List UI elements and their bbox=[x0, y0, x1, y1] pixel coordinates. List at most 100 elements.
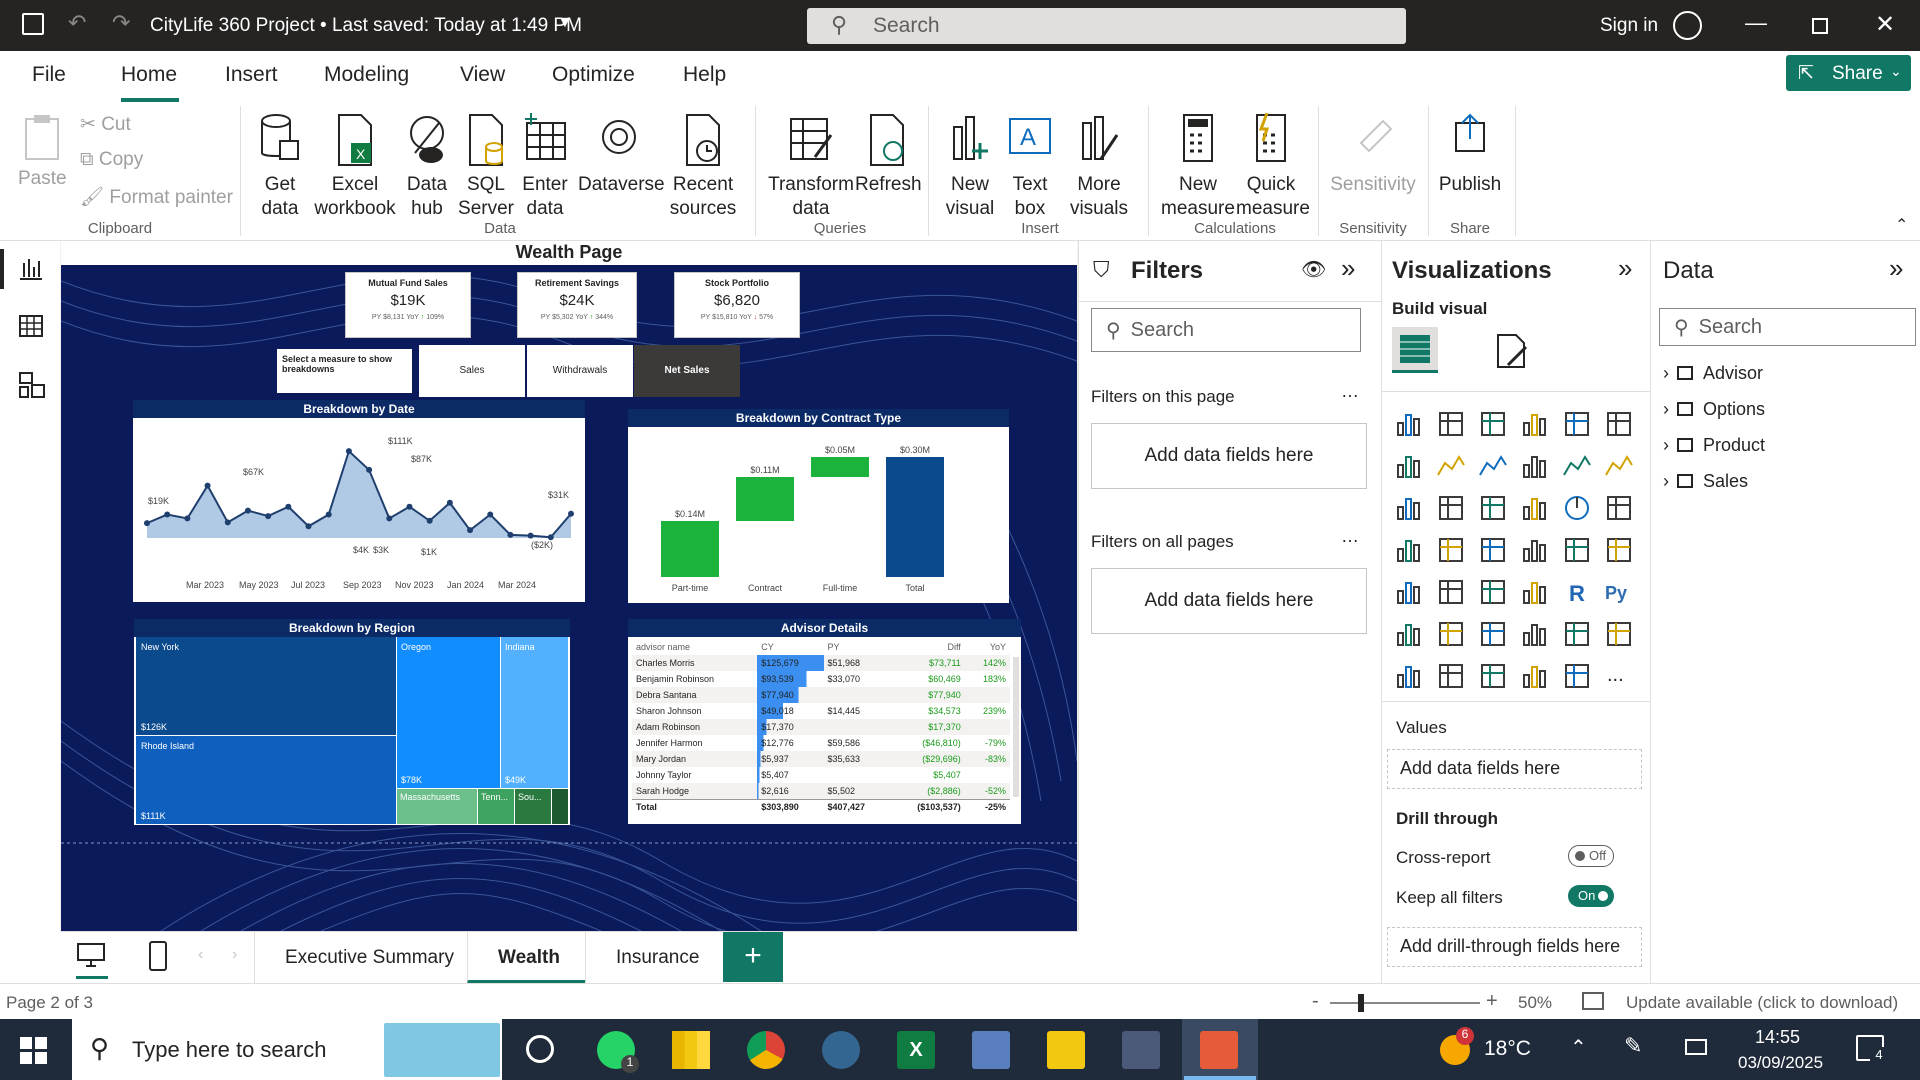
sign-in-link[interactable]: Sign in bbox=[1600, 15, 1658, 37]
waterfall-bar[interactable] bbox=[886, 457, 944, 577]
table-row[interactable]: Sarah Hodge $2,616 $5,502 ($2,886) -52% bbox=[632, 783, 1010, 799]
model-view-icon[interactable] bbox=[18, 371, 46, 399]
azure-map-icon[interactable] bbox=[1478, 535, 1508, 565]
slicer-icon[interactable] bbox=[1436, 577, 1466, 607]
tab-file[interactable]: File bbox=[32, 63, 66, 87]
stacked-column-icon[interactable] bbox=[1436, 409, 1466, 439]
stacked-area-icon[interactable] bbox=[1478, 451, 1508, 481]
transform-data-button[interactable]: Transform data bbox=[768, 113, 854, 221]
data-point[interactable] bbox=[487, 511, 494, 518]
build-visual-tab[interactable] bbox=[1392, 327, 1438, 373]
table-row[interactable]: Sharon Johnson $49,018 $14,445 $34,573 239% bbox=[632, 703, 1010, 719]
chevron-right-icon[interactable]: › bbox=[232, 946, 237, 964]
page-filter-dropzone[interactable]: Add data fields here bbox=[1091, 423, 1367, 489]
contract-waterfall-chart[interactable]: Breakdown by Contract Type $0.14M Part-ti… bbox=[628, 409, 1009, 603]
notification-center-icon[interactable]: 4 bbox=[1856, 1035, 1888, 1065]
paginated-report-icon[interactable] bbox=[1604, 619, 1634, 649]
table-row[interactable]: Johnny Taylor $5,407 $5,407 bbox=[632, 767, 1010, 783]
filters-search-input[interactable]: ⚲ Search bbox=[1091, 308, 1361, 352]
kpi-icon[interactable] bbox=[1394, 577, 1424, 607]
page-tab-executive-summary[interactable]: Executive Summary bbox=[254, 932, 485, 984]
collapse-ribbon-icon[interactable]: ⌃ bbox=[1895, 215, 1908, 235]
data-point[interactable] bbox=[467, 527, 474, 534]
drill-through-dropzone[interactable]: Add drill-through fields here bbox=[1387, 927, 1642, 967]
scatter-icon[interactable] bbox=[1478, 493, 1508, 523]
data-point[interactable] bbox=[325, 511, 332, 518]
zoom-slider[interactable] bbox=[1330, 1002, 1480, 1004]
new-measure-button[interactable]: New measure bbox=[1158, 113, 1238, 221]
account-icon[interactable] bbox=[1673, 11, 1702, 40]
r-visual-icon[interactable]: R bbox=[1562, 577, 1592, 607]
ribbon-chart-icon[interactable] bbox=[1604, 451, 1634, 481]
data-point[interactable] bbox=[386, 515, 393, 522]
more-options-icon[interactable]: … bbox=[1341, 381, 1359, 402]
data-hub-button[interactable]: Data hub bbox=[402, 113, 452, 221]
page-tab-insurance[interactable]: Insurance bbox=[585, 932, 731, 984]
waterfall-bar[interactable] bbox=[811, 457, 869, 477]
waterfall-bar[interactable] bbox=[661, 521, 719, 577]
data-table-item[interactable]: › Advisor bbox=[1663, 363, 1763, 384]
chevron-visual-icon[interactable] bbox=[1562, 661, 1592, 691]
advisor-details-table[interactable]: Advisor Details advisor name CY PY Diff … bbox=[628, 619, 1021, 824]
map-icon[interactable] bbox=[1394, 535, 1424, 565]
update-available-link[interactable]: Update available (click to download) bbox=[1626, 993, 1898, 1013]
tab-modeling[interactable]: Modeling bbox=[324, 63, 409, 87]
tableau-prep-icon[interactable] bbox=[1200, 1031, 1238, 1069]
data-table-item[interactable]: › Options bbox=[1663, 399, 1765, 420]
more-options-icon[interactable]: … bbox=[1341, 526, 1359, 547]
treemap-icon[interactable] bbox=[1604, 493, 1634, 523]
donut-icon[interactable] bbox=[1562, 493, 1592, 523]
data-point[interactable] bbox=[184, 515, 191, 522]
clock-date[interactable]: 03/09/2025 bbox=[1738, 1053, 1823, 1073]
key-influencers-icon[interactable] bbox=[1394, 619, 1424, 649]
decomposition-tree-icon[interactable] bbox=[1436, 619, 1466, 649]
refresh-button[interactable]: Refresh bbox=[855, 113, 922, 197]
power-apps-icon[interactable] bbox=[1394, 661, 1424, 691]
column-header[interactable]: Diff bbox=[890, 639, 965, 655]
data-point[interactable] bbox=[224, 519, 231, 526]
zoom-out-button[interactable]: - bbox=[1312, 990, 1319, 1013]
report-view-icon[interactable] bbox=[18, 255, 44, 281]
funnel-icon[interactable] bbox=[1436, 493, 1466, 523]
data-point[interactable] bbox=[527, 532, 534, 539]
chevron-right-icon[interactable]: › bbox=[1663, 399, 1669, 419]
stacked-bar-icon[interactable] bbox=[1394, 409, 1424, 439]
enter-data-button[interactable]: Enter data bbox=[520, 113, 570, 221]
sensitivity-button[interactable]: Sensitivity bbox=[1330, 113, 1416, 197]
measure-withdrawals-button[interactable]: Withdrawals bbox=[527, 345, 633, 397]
arcgis-icon[interactable] bbox=[1478, 661, 1508, 691]
data-point[interactable] bbox=[244, 507, 251, 514]
calculator-taskbar-icon[interactable] bbox=[1122, 1031, 1160, 1069]
chevron-down-icon[interactable]: ▼ bbox=[557, 14, 573, 32]
data-search-input[interactable]: ⚲ Search bbox=[1659, 308, 1916, 346]
diamond-visual-icon[interactable] bbox=[1520, 661, 1550, 691]
data-point[interactable] bbox=[265, 513, 272, 520]
column-header[interactable]: PY bbox=[824, 639, 890, 655]
100-bar-icon[interactable] bbox=[1562, 409, 1592, 439]
100-column-icon[interactable] bbox=[1604, 409, 1634, 439]
remote-desktop-icon[interactable] bbox=[972, 1031, 1010, 1069]
show-hidden-icons-icon[interactable]: ⌃ bbox=[1570, 1035, 1587, 1060]
table-row[interactable]: Debra Santana $77,940 $77,940 bbox=[632, 687, 1010, 703]
data-point[interactable] bbox=[366, 466, 373, 473]
table-view-icon[interactable] bbox=[18, 313, 44, 339]
weather-icon[interactable]: 6 bbox=[1440, 1027, 1474, 1065]
waterfall-icon[interactable] bbox=[1394, 493, 1424, 523]
data-table-item[interactable]: › Sales bbox=[1663, 471, 1748, 492]
tab-view[interactable]: View bbox=[460, 63, 505, 87]
redo-icon[interactable]: ↷ bbox=[112, 10, 130, 36]
share-button[interactable]: ⇱ Share ⌄ bbox=[1786, 55, 1911, 91]
matrix-icon[interactable] bbox=[1520, 577, 1550, 607]
measure-sales-button[interactable]: Sales bbox=[419, 345, 525, 397]
tab-help[interactable]: Help bbox=[683, 63, 726, 87]
more-visuals-icon[interactable]: ... bbox=[1604, 661, 1634, 691]
whatsapp-icon[interactable]: 1 bbox=[597, 1031, 639, 1073]
keyboard-icon[interactable] bbox=[1685, 1039, 1707, 1055]
new-visual-button[interactable]: New visual bbox=[940, 113, 1000, 221]
card-icon[interactable] bbox=[1562, 535, 1592, 565]
filled-map-icon[interactable] bbox=[1436, 535, 1466, 565]
zoom-slider-thumb[interactable] bbox=[1358, 994, 1364, 1012]
data-point[interactable] bbox=[446, 499, 453, 506]
clustered-bar-icon[interactable] bbox=[1478, 409, 1508, 439]
undo-icon[interactable]: ↶ bbox=[68, 10, 86, 36]
